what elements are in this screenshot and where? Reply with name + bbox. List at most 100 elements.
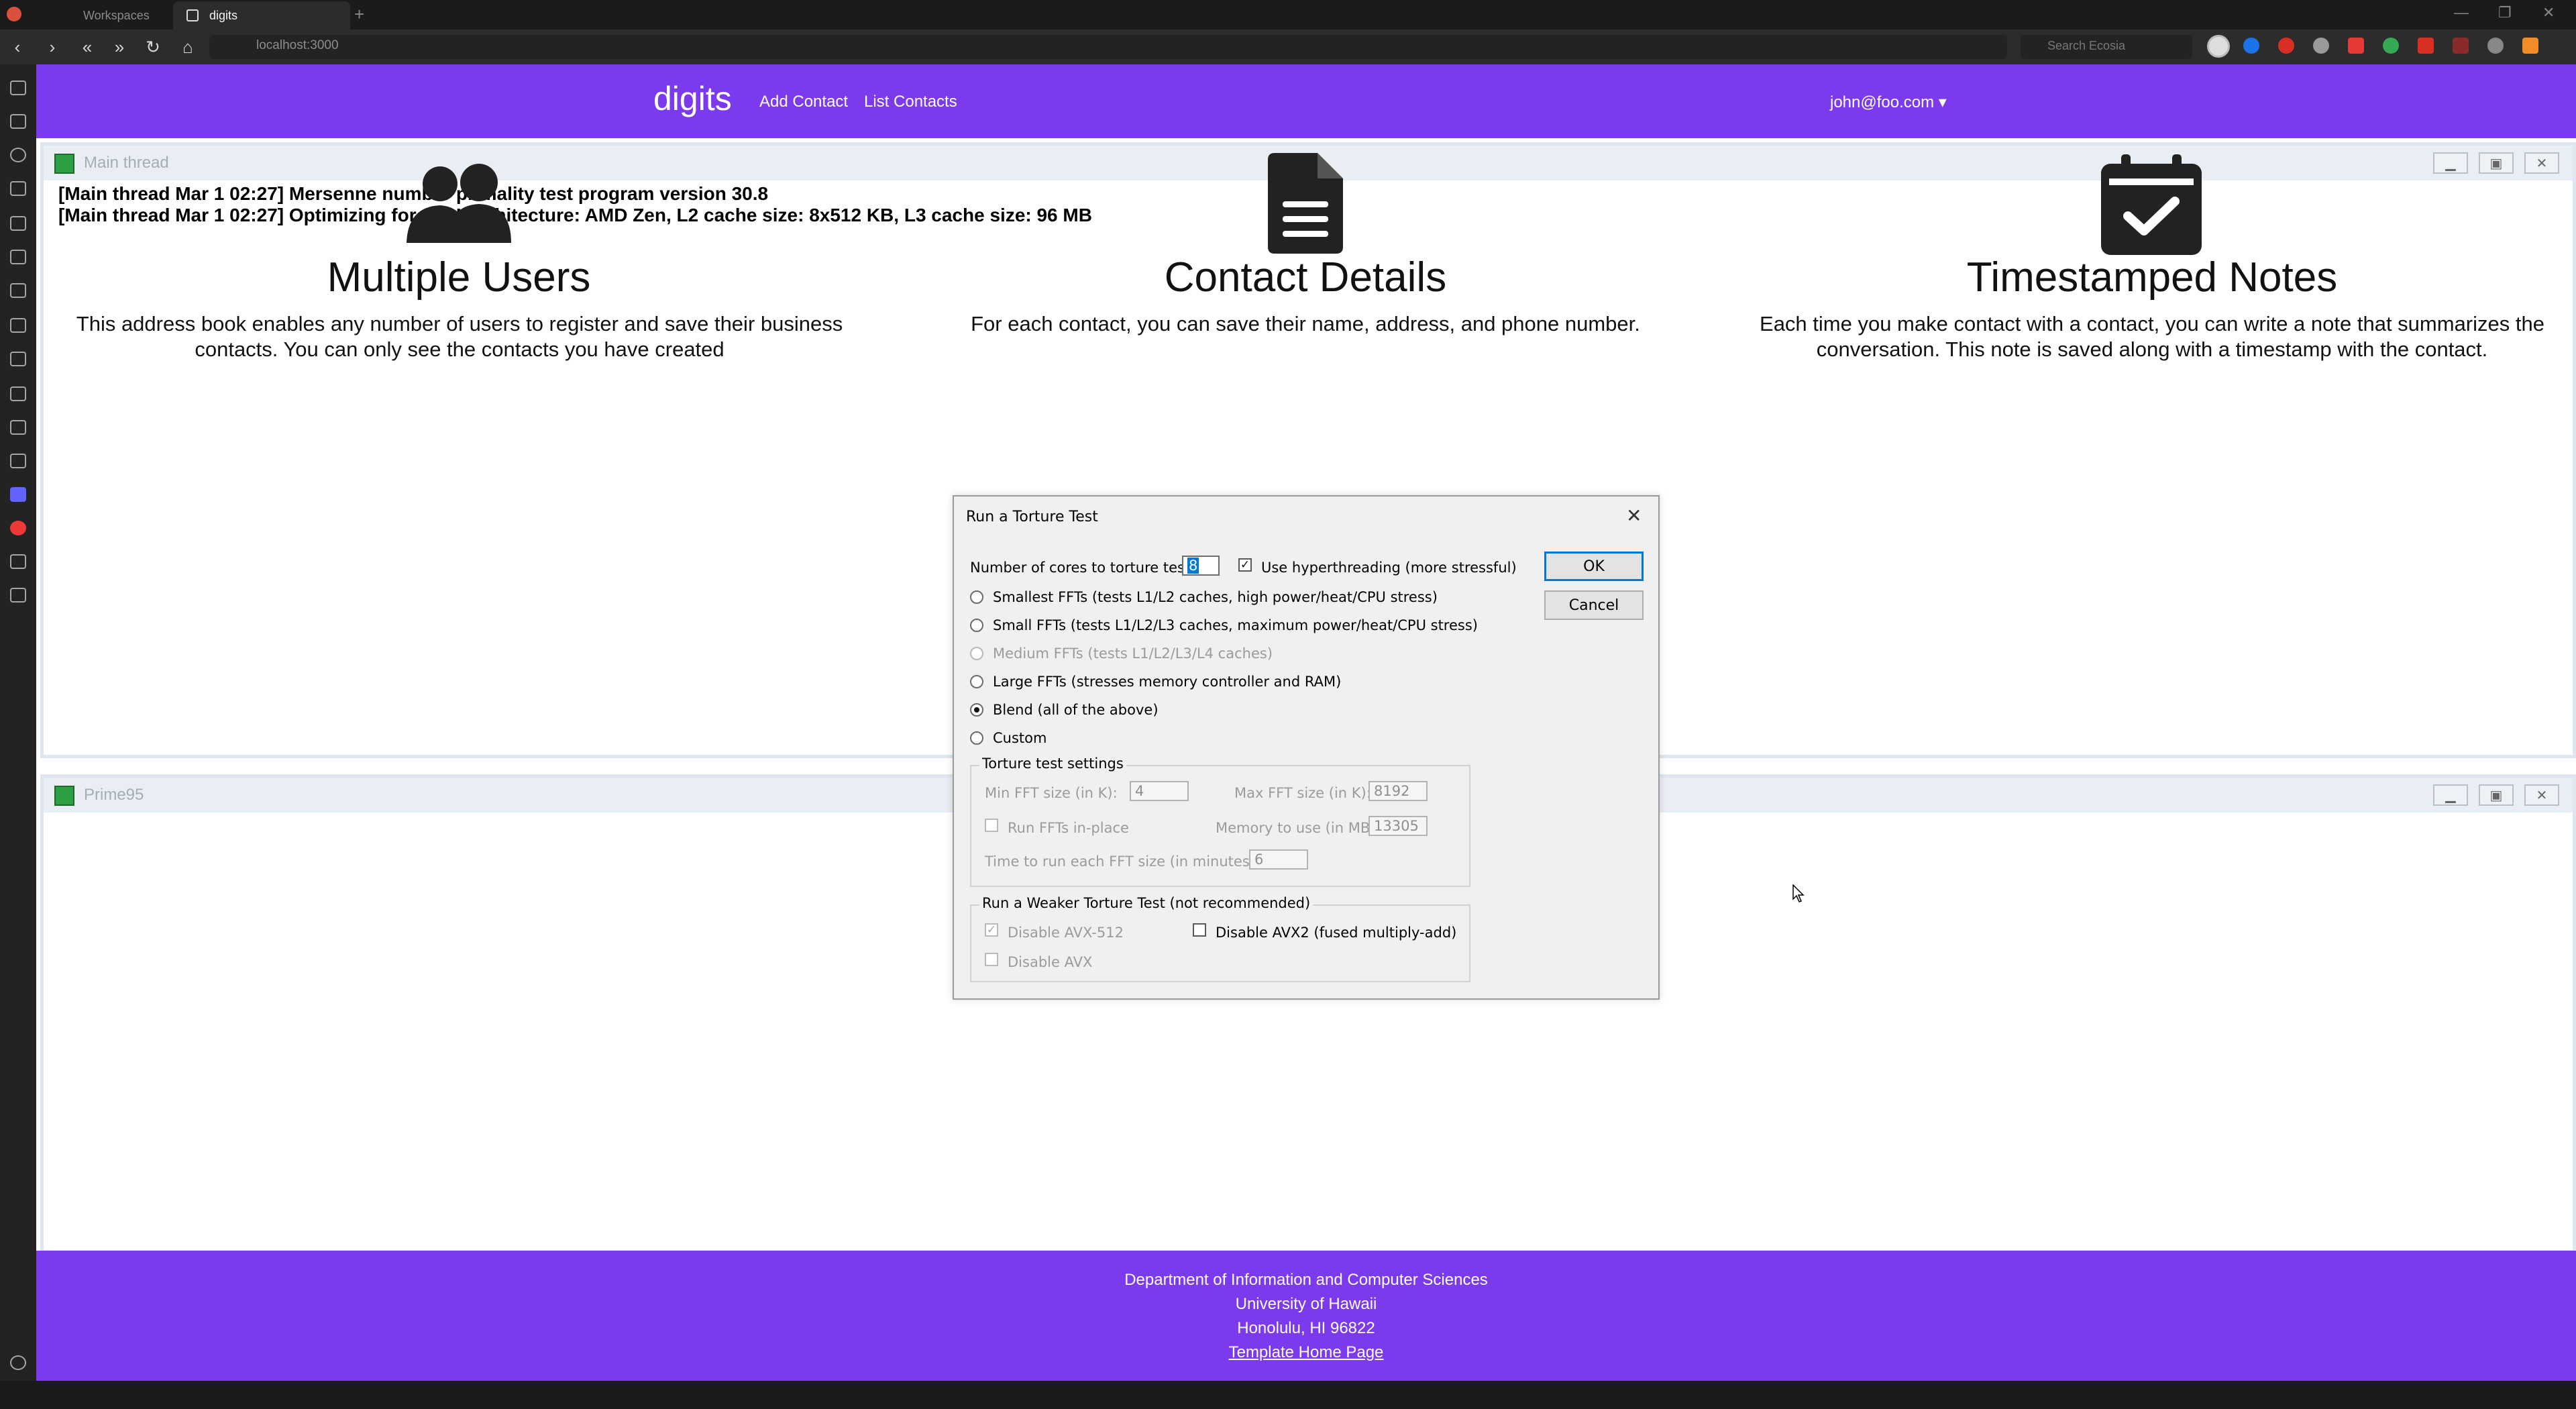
time-value: 6 bbox=[1254, 851, 1264, 868]
downloads-icon[interactable] bbox=[10, 216, 26, 231]
max-fft-label: Max FFT size (in K): bbox=[1234, 785, 1371, 801]
close-window-icon[interactable]: ✕ bbox=[2542, 4, 2555, 21]
prime95-icon bbox=[54, 786, 74, 806]
home-icon[interactable]: ⌂ bbox=[174, 34, 201, 60]
mouse-cursor-icon bbox=[1792, 884, 1805, 902]
add-panel-icon[interactable] bbox=[10, 588, 26, 603]
extension-icon[interactable] bbox=[2418, 38, 2434, 54]
tab-label: digits bbox=[209, 8, 238, 22]
feature-description: This address book enables any number of … bbox=[76, 312, 843, 361]
disable-avx2-checkbox[interactable] bbox=[1193, 923, 1206, 937]
reload-icon[interactable]: ↻ bbox=[140, 34, 166, 60]
feature-title: Multiple Users bbox=[327, 254, 591, 301]
extension-icon[interactable] bbox=[2278, 38, 2294, 54]
wikipedia-icon[interactable] bbox=[10, 554, 26, 569]
cancel-button[interactable]: Cancel bbox=[1544, 590, 1644, 620]
time-input: 6 bbox=[1249, 849, 1308, 870]
forward-icon[interactable]: › bbox=[39, 34, 66, 60]
top-navbar bbox=[36, 64, 2576, 138]
ok-button-label: OK bbox=[1583, 558, 1605, 575]
nav-list-contacts[interactable]: List Contacts bbox=[864, 93, 957, 111]
profile-avatar-icon[interactable] bbox=[2207, 35, 2230, 58]
dialog-close-icon[interactable]: ✕ bbox=[1626, 505, 1642, 527]
settings-gear-icon[interactable] bbox=[10, 1355, 26, 1370]
calendar-icon[interactable] bbox=[10, 250, 26, 264]
rss-icon[interactable] bbox=[10, 420, 26, 435]
disable-avx512-label: Disable AVX-512 bbox=[1008, 925, 1124, 941]
close-icon[interactable]: ✕ bbox=[2524, 784, 2559, 806]
maximize-icon[interactable]: ▣ bbox=[2479, 784, 2514, 806]
extension-icon[interactable] bbox=[2313, 38, 2329, 54]
url-text: localhost:3000 bbox=[256, 38, 339, 52]
extension-icon[interactable] bbox=[2383, 38, 2399, 54]
footer-line: Department of Information and Computer S… bbox=[1124, 1271, 1488, 1289]
custom-label: Custom bbox=[993, 730, 1047, 746]
contacts-icon[interactable] bbox=[10, 283, 26, 298]
template-home-link[interactable]: Template Home Page bbox=[1229, 1343, 1384, 1361]
user-menu-dropdown[interactable]: john@foo.com ▾ bbox=[1830, 93, 1947, 112]
reading-list-icon[interactable] bbox=[10, 114, 26, 129]
back-icon[interactable]: ‹ bbox=[4, 34, 31, 60]
extension-icon[interactable] bbox=[2453, 38, 2469, 54]
window-title: Prime95 bbox=[84, 786, 144, 804]
min-fft-input: 4 bbox=[1130, 781, 1189, 801]
vivaldi-menu-icon[interactable] bbox=[7, 7, 21, 21]
torture-settings-title: Torture test settings bbox=[979, 755, 1126, 772]
extension-icon[interactable] bbox=[2348, 38, 2364, 54]
smallest-ffts-label: Smallest FFTs (tests L1/L2 caches, high … bbox=[993, 589, 1438, 605]
mail-icon[interactable] bbox=[10, 318, 26, 333]
hyperthreading-label: Use hyperthreading (more stressful) bbox=[1261, 560, 1517, 576]
extension-icon[interactable] bbox=[2522, 38, 2538, 54]
nav-add-contact[interactable]: Add Contact bbox=[759, 93, 848, 111]
memory-label: Memory to use (in MB): bbox=[1216, 820, 1381, 836]
small-ffts-radio[interactable] bbox=[970, 619, 983, 632]
tasks-icon[interactable] bbox=[10, 386, 26, 401]
footer-link-row: Template Home Page bbox=[36, 1343, 2576, 1362]
extension-icon[interactable] bbox=[2243, 38, 2259, 54]
minimize-icon[interactable]: ▁ bbox=[2433, 784, 2468, 806]
blend-radio[interactable] bbox=[970, 703, 983, 717]
disable-avx-checkbox bbox=[985, 953, 998, 966]
feature-description: Each time you make contact with a contac… bbox=[1760, 312, 2544, 361]
url-field[interactable] bbox=[209, 35, 2007, 59]
hyperthreading-checkbox[interactable]: ✓ bbox=[1238, 558, 1252, 572]
feeds-icon[interactable] bbox=[10, 352, 26, 366]
fast-forward-icon[interactable]: » bbox=[106, 34, 133, 60]
extension-icon[interactable] bbox=[2487, 38, 2504, 54]
custom-radio[interactable] bbox=[970, 731, 983, 745]
large-ffts-radio[interactable] bbox=[970, 675, 983, 688]
memory-input: 13305 bbox=[1368, 816, 1428, 836]
log-line: [Main thread Mar 1 02:27] Optimizing for… bbox=[58, 205, 1092, 225]
mastodon-icon[interactable] bbox=[10, 487, 26, 502]
tab-workspaces[interactable]: Workspaces bbox=[56, 1, 164, 30]
restore-window-icon[interactable]: ❐ bbox=[2498, 4, 2512, 21]
cores-input[interactable]: 8 bbox=[1182, 556, 1220, 576]
smallest-ffts-radio[interactable] bbox=[970, 590, 983, 604]
document-icon bbox=[1268, 153, 1343, 254]
history-icon[interactable] bbox=[10, 148, 26, 162]
status-bar bbox=[0, 1381, 2576, 1409]
notes-icon[interactable] bbox=[10, 181, 26, 196]
medium-ffts-radio bbox=[970, 647, 983, 660]
close-icon[interactable]: ✕ bbox=[2524, 152, 2559, 174]
users-icon bbox=[407, 164, 511, 243]
vivaldi-icon[interactable] bbox=[10, 521, 26, 535]
brand-logo[interactable]: digits bbox=[653, 79, 732, 118]
footer-line: Honolulu, HI 96822 bbox=[1237, 1319, 1375, 1337]
translate-icon[interactable] bbox=[10, 454, 26, 468]
rewind-icon[interactable]: « bbox=[74, 34, 101, 60]
tab-digits[interactable]: digits bbox=[173, 1, 350, 30]
ok-button[interactable]: OK bbox=[1544, 552, 1644, 581]
cores-label: Number of cores to torture test: bbox=[970, 560, 1195, 576]
bookmarks-icon[interactable] bbox=[10, 81, 26, 95]
memory-value: 13305 bbox=[1374, 818, 1419, 834]
minimize-icon[interactable]: ▁ bbox=[2433, 152, 2468, 174]
new-tab-button[interactable]: + bbox=[354, 4, 364, 25]
cancel-button-label: Cancel bbox=[1568, 596, 1619, 614]
calendar-check-icon bbox=[2101, 154, 2202, 255]
minimize-window-icon[interactable]: — bbox=[2454, 4, 2469, 21]
maximize-icon[interactable]: ▣ bbox=[2479, 152, 2514, 174]
feature-description: For each contact, you can save their nam… bbox=[971, 312, 1640, 335]
min-fft-value: 4 bbox=[1135, 783, 1144, 799]
cores-value: 8 bbox=[1187, 558, 1199, 574]
